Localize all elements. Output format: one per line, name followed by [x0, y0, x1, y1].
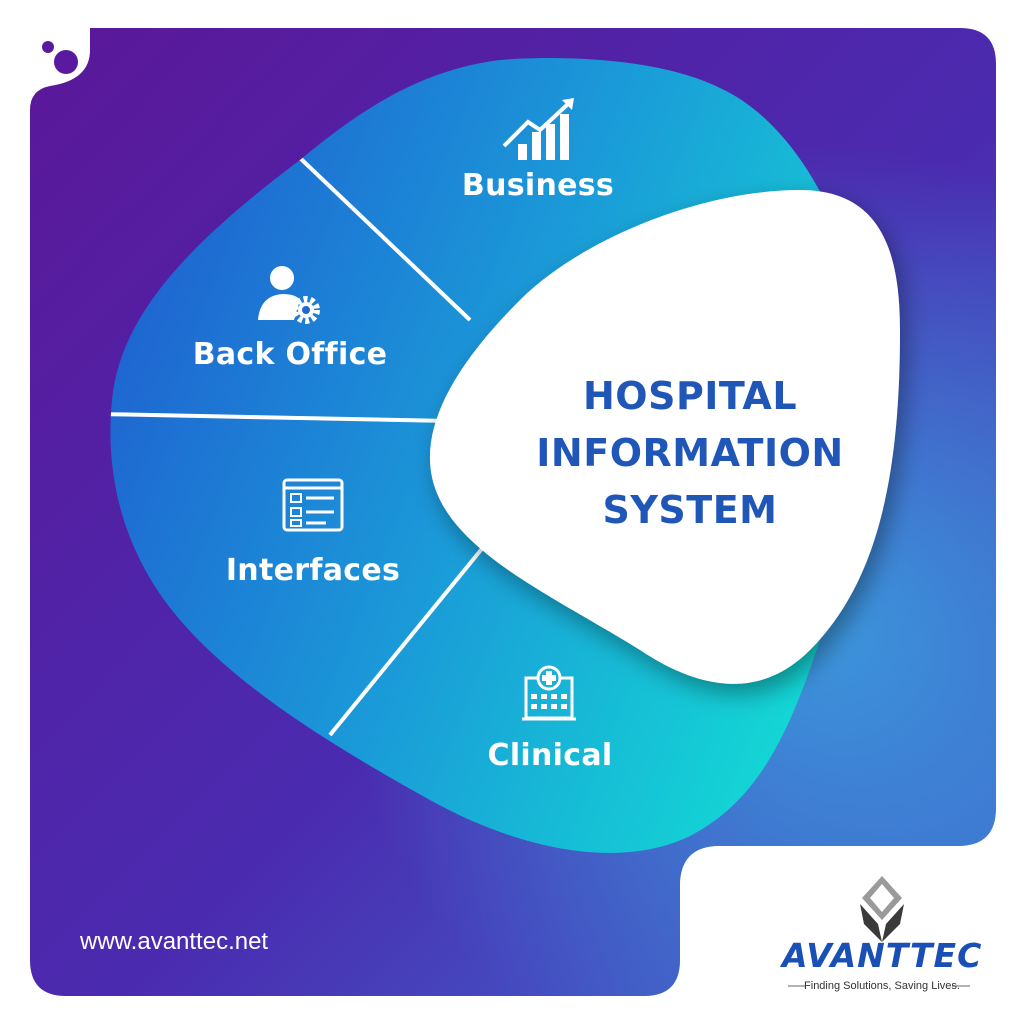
center-title-line-3: SYSTEM	[602, 488, 778, 532]
segment-label-business: Business	[461, 168, 615, 203]
window-list-icon	[282, 478, 344, 532]
center-title-line-2: INFORMATION	[536, 431, 844, 475]
logo-wordmark: AVANTTEC	[782, 936, 983, 975]
hospital-building-icon	[522, 665, 576, 721]
center-title: HOSPITAL INFORMATION SYSTEM	[520, 368, 860, 539]
center-title-line-1: HOSPITAL	[582, 374, 798, 418]
segment-label-back-office: Back Office	[192, 337, 388, 372]
user-gear-icon	[258, 266, 320, 324]
segment-label-interfaces: Interfaces	[225, 553, 401, 588]
segment-label-clinical: Clinical	[487, 738, 613, 773]
logo-tagline: Finding Solutions, Saving Lives.	[804, 980, 960, 992]
website-url[interactable]: www.avanttec.net	[80, 928, 268, 956]
growth-chart-icon	[502, 98, 574, 160]
